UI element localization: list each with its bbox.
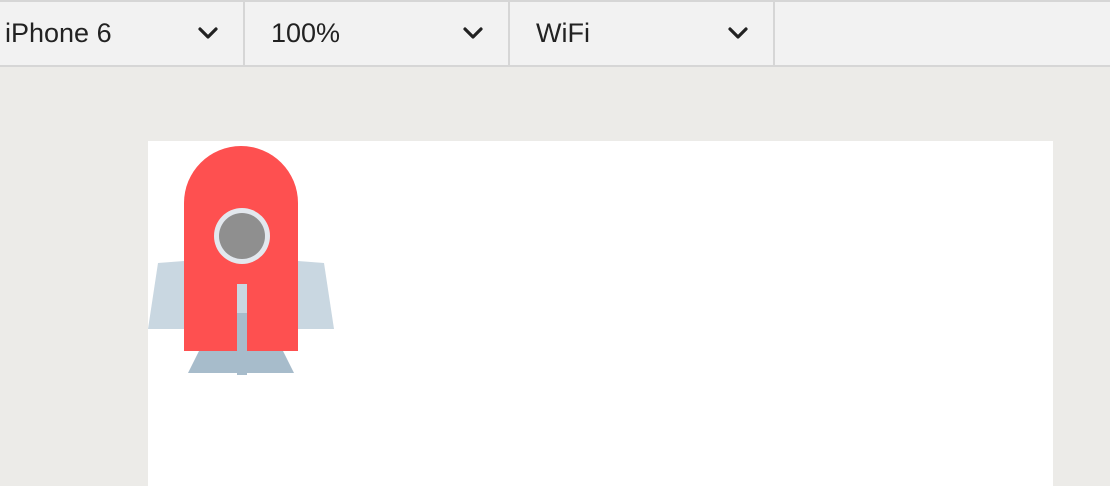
zoom-select[interactable]: 100% xyxy=(245,2,510,65)
device-select-label: iPhone 6 xyxy=(5,18,112,48)
rocket-icon xyxy=(148,146,334,375)
network-select[interactable]: WiFi xyxy=(510,2,775,65)
zoom-select-label: 100% xyxy=(271,18,341,48)
device-viewport xyxy=(148,141,1053,486)
chevron-down-icon xyxy=(463,26,483,39)
chevron-down-icon xyxy=(198,26,218,39)
device-select[interactable]: iPhone 6 xyxy=(0,2,245,65)
network-select-label: WiFi xyxy=(536,18,590,48)
device-toolbar: iPhone 6 100% WiFi xyxy=(0,0,1110,67)
chevron-down-icon xyxy=(728,26,748,39)
